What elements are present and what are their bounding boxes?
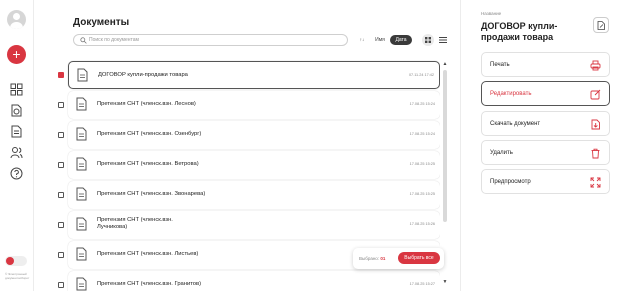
scroll-up-arrow[interactable]: ▲ (442, 61, 448, 67)
search-icon (80, 37, 87, 44)
file-icon (76, 217, 87, 231)
delete-label: Удалить (490, 150, 513, 156)
list-view-icon[interactable] (438, 35, 448, 45)
document-name: Претензия СНТ (членск.взн. Лучникова) (97, 217, 173, 230)
file-icon (76, 187, 87, 201)
document-card[interactable]: Претензия СНТ (членск.взн. Леснов) 17.08… (68, 91, 440, 119)
panel-document-button[interactable] (593, 17, 609, 33)
row-checkbox[interactable] (58, 72, 64, 78)
row-checkbox[interactable] (58, 102, 64, 108)
list-item: Претензия СНТ (членск.взн. Озенбург) 17.… (0, 121, 440, 149)
document-name: Претензия СНТ (членск.взн. Листьев) (97, 251, 199, 257)
list-item: ДОГОВОР купли-продажи товара 07.11.24 17… (0, 61, 440, 89)
scroll-down-arrow[interactable]: ▼ (442, 279, 448, 285)
row-checkbox[interactable] (58, 252, 64, 258)
print-label: Печать (490, 62, 510, 68)
document-name: Претензия СНТ (членск.взн. Звонарева) (97, 191, 206, 197)
document-date: 17.08.25 15:25 (409, 192, 435, 196)
select-all-button[interactable]: Выбрать все (398, 252, 440, 264)
avatar[interactable] (7, 10, 26, 29)
search-placeholder: Поиск по документам (89, 37, 139, 43)
document-name: Претензия СНТ (членск.взн. Леснов) (97, 101, 196, 107)
trash-icon (591, 148, 600, 159)
document-date: 17.08.25 15:24 (409, 132, 435, 136)
document-card[interactable]: Претензия СНТ (членск.взн. Звонарева) 17… (68, 181, 440, 209)
panel-document-title: ДОГОВОР купли-продажи товара (481, 21, 558, 42)
document-card[interactable]: Претензия СНТ (членск.взн. Ветрова) 17.0… (68, 151, 440, 179)
list-item: Претензия СНТ (членск.взн. Лучникова) 17… (0, 211, 440, 239)
delete-button[interactable]: Удалить (481, 140, 610, 165)
document-card[interactable]: Претензия СНТ (членск.взн. Гранитов) 17.… (68, 271, 440, 291)
file-icon (76, 157, 87, 171)
selected-count-label: Выбрано: 01 (359, 256, 386, 261)
preview-label: Предпросмотр (490, 179, 531, 185)
sort-by-date-button[interactable]: Дата (390, 35, 412, 45)
document-date: 07.11.24 17:42 (408, 73, 434, 77)
file-icon (76, 277, 87, 291)
document-edit-icon (597, 21, 605, 30)
row-checkbox[interactable] (58, 192, 64, 198)
download-label: Скачать документ (490, 121, 541, 127)
edit-button[interactable]: Редактировать (481, 81, 610, 106)
selected-count: 01 (380, 256, 386, 261)
document-name: Претензия СНТ (членск.взн. Гранитов) (97, 281, 202, 287)
details-panel: Название ДОГОВОР купли-продажи товара Пе… (460, 0, 624, 291)
document-name: ДОГОВОР купли-продажи товара (98, 72, 188, 78)
expand-icon (590, 177, 601, 188)
selection-bar: Выбрано: 01 Выбрать все (353, 248, 444, 269)
document-date: 17.08.25 15:27 (409, 282, 435, 286)
printer-icon (590, 60, 601, 71)
list-item: Претензия СНТ (членск.взн. Леснов) 17.08… (0, 91, 440, 119)
file-icon (76, 127, 87, 141)
document-card[interactable]: ДОГОВОР купли-продажи товара 07.11.24 17… (68, 61, 440, 89)
list-item: Претензия СНТ (членск.взн. Ветрова) 17.0… (0, 151, 440, 179)
edit-label: Редактировать (490, 91, 532, 97)
list-item: Претензия СНТ (членск.взн. Гранитов) 17.… (0, 271, 440, 291)
sort-direction-button[interactable]: ↑↓ (356, 35, 368, 45)
sort-by-name-button[interactable]: Имя (372, 35, 388, 45)
list-item: Претензия СНТ (членск.взн. Звонарева) 17… (0, 181, 440, 209)
document-date: 17.08.25 15:24 (409, 102, 435, 106)
scrollbar-thumb[interactable] (443, 70, 447, 222)
grid-icon (425, 37, 431, 43)
row-checkbox[interactable] (58, 162, 64, 168)
document-date: 17.08.25 15:25 (409, 162, 435, 166)
row-checkbox[interactable] (58, 282, 64, 288)
edit-icon (590, 89, 601, 100)
print-button[interactable]: Печать (481, 52, 610, 77)
preview-button[interactable]: Предпросмотр (481, 169, 610, 194)
grid-view-button[interactable] (422, 34, 434, 46)
file-icon (76, 97, 87, 111)
document-card[interactable]: Претензия СНТ (членск.взн. Озенбург) 17.… (68, 121, 440, 149)
file-icon (76, 247, 87, 261)
search-input[interactable]: Поиск по документам (73, 34, 348, 46)
panel-label: Название (481, 11, 502, 16)
page-title: Документы (73, 17, 130, 28)
row-checkbox[interactable] (58, 222, 64, 228)
download-button[interactable]: Скачать документ (481, 111, 610, 136)
document-date: 17.08.25 15:26 (409, 222, 435, 226)
document-card[interactable]: Претензия СНТ (членск.взн. Лучникова) 17… (68, 211, 440, 239)
row-checkbox[interactable] (58, 132, 64, 138)
document-name: Претензия СНТ (членск.взн. Ветрова) (97, 161, 199, 167)
download-icon (591, 119, 600, 130)
file-icon (77, 68, 88, 82)
document-name: Претензия СНТ (членск.взн. Озенбург) (97, 131, 202, 137)
